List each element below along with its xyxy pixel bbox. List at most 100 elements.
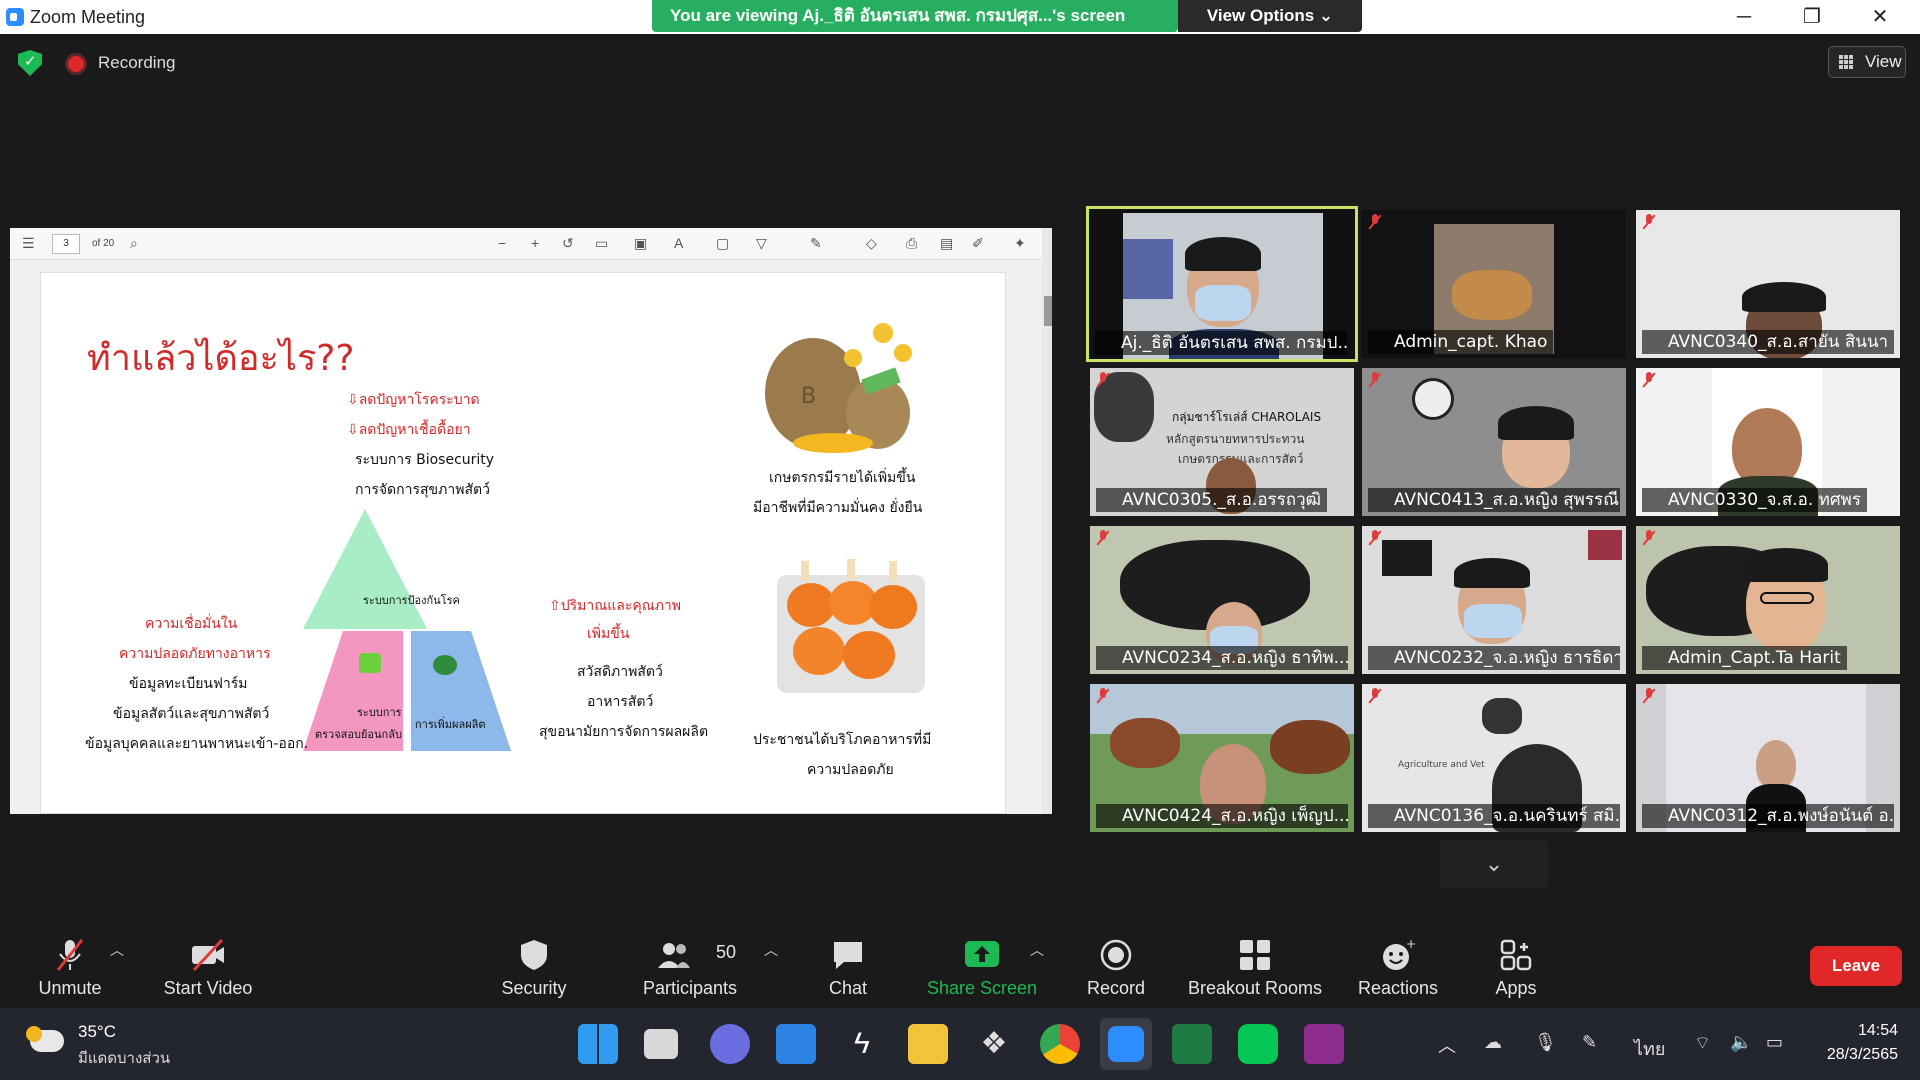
dropbox-icon[interactable]: ❖ xyxy=(974,1024,1014,1064)
pig-icon xyxy=(433,655,457,675)
line-icon[interactable] xyxy=(1238,1024,1278,1064)
security-button[interactable]: Security xyxy=(488,920,580,1008)
microphone-icon[interactable]: 🎙 xyxy=(1534,1032,1557,1053)
slide-text: ข้อมูลสัตว์และสุขภาพสัตว์ xyxy=(113,706,270,722)
volume-icon[interactable]: 🔈 xyxy=(1730,1032,1752,1053)
battery-icon[interactable]: ▭ xyxy=(1766,1032,1783,1053)
participant-tile[interactable]: AVNC0424_ส.อ.หญิง เพ็ญป... xyxy=(1090,684,1354,832)
pdf-scroll-thumb[interactable] xyxy=(1044,296,1052,326)
pen-icon[interactable]: ✎ xyxy=(1582,1032,1597,1053)
share-options-caret[interactable]: ︿ xyxy=(1030,940,1044,960)
mail-icon[interactable] xyxy=(776,1024,816,1064)
windows-taskbar: ϟ ❖ ︿ ☁ 🎙 ✎ ไทย ⌔ 🔈 ▭ xyxy=(0,1008,1920,1080)
chevron-down-icon[interactable]: ⌄ xyxy=(1440,840,1548,888)
pyramid-right-label: การเพิ่มผลผลิต xyxy=(415,718,486,731)
participant-tile[interactable]: AVNC0330_จ.ส.อ. ทศพร xyxy=(1636,368,1900,516)
shared-screen: ☰ 3 of 20 ⌕ − + ↺ ▭ ▣ A ▢ ▽ ✎ ◇ ⎙ ▤ ✐ ✦ … xyxy=(10,228,1052,814)
view-options-button[interactable]: View Options ⌄ xyxy=(1178,0,1362,32)
chrome-icon[interactable] xyxy=(1040,1024,1080,1064)
page-view-icon[interactable]: ▣ xyxy=(634,235,647,252)
participant-tile[interactable]: AVNC0232_จ.อ.หญิง ธารธิดา xyxy=(1362,526,1626,674)
language-indicator[interactable]: ไทย xyxy=(1634,1034,1665,1063)
muted-mic-icon xyxy=(1096,530,1110,546)
participant-tile[interactable]: Admin_capt. Khao xyxy=(1362,210,1626,358)
excel-icon[interactable] xyxy=(1172,1024,1212,1064)
apps-button[interactable]: Apps xyxy=(1470,920,1562,1008)
wifi-icon[interactable]: ⌔ xyxy=(1694,1032,1711,1055)
weather-temperature[interactable]: 35°C xyxy=(78,1022,116,1042)
unmute-button[interactable]: Unmute xyxy=(22,920,118,1008)
task-view-icon[interactable] xyxy=(644,1029,678,1059)
window-title: Zoom Meeting xyxy=(30,7,146,27)
zoom-in-icon[interactable]: + xyxy=(531,235,539,251)
meeting-controls: Unmute ︿ Start Video Security 50 Partici… xyxy=(0,920,1920,1008)
weather-condition[interactable]: มีแดดบางส่วน xyxy=(78,1046,170,1070)
zoom-taskbar-item[interactable] xyxy=(1100,1018,1152,1070)
maximize-button[interactable]: ❐ xyxy=(1778,0,1846,34)
share-screen-button[interactable]: Share Screen xyxy=(918,920,1046,1008)
text-icon[interactable]: ▢ xyxy=(716,235,729,252)
muted-mic-icon xyxy=(1642,214,1656,230)
participant-name: AVNC0305._ส.อ.อรรถวุฒิ xyxy=(1096,488,1327,512)
leave-button[interactable]: Leave xyxy=(1810,946,1902,986)
participant-name: AVNC0234_ส.อ.หญิง ธาทิพ... xyxy=(1096,646,1348,670)
breakout-rooms-button[interactable]: Breakout Rooms xyxy=(1182,920,1328,1008)
eraser-icon[interactable]: ◇ xyxy=(866,235,877,252)
show-hidden-icons[interactable]: ︿ xyxy=(1438,1032,1456,1058)
muted-mic-icon xyxy=(1368,530,1382,546)
participants-button[interactable]: 50 Participants xyxy=(634,920,746,1008)
reactions-label: Reactions xyxy=(1357,978,1439,998)
rotate-icon[interactable]: ↺ xyxy=(562,235,574,252)
search-icon[interactable]: ⌕ xyxy=(130,235,138,252)
close-button[interactable]: ✕ xyxy=(1846,0,1914,34)
fit-page-icon[interactable]: ▭ xyxy=(595,235,608,252)
participant-name: AVNC0424_ส.อ.หญิง เพ็ญป... xyxy=(1096,804,1348,828)
participant-tile[interactable]: กลุ่มชาร์โรเล่ส์ CHAROLAIS หลักสูตรนายทห… xyxy=(1090,368,1354,516)
highlight-icon[interactable]: ▽ xyxy=(756,235,767,252)
pin-icon[interactable]: ✦ xyxy=(1014,235,1026,252)
video-off-icon xyxy=(192,938,224,972)
view-button[interactable]: View xyxy=(1828,46,1906,78)
file-explorer-icon[interactable] xyxy=(908,1024,948,1064)
participant-tile[interactable]: AVNC0340_ส.อ.สายัน สินนา xyxy=(1636,210,1900,358)
draw-icon[interactable]: ✎ xyxy=(810,235,822,252)
contents-icon[interactable]: ☰ xyxy=(22,235,35,252)
start-icon[interactable] xyxy=(578,1024,618,1064)
grid-icon xyxy=(1839,55,1853,69)
participant-tile[interactable]: Admin_Capt.Ta Harit xyxy=(1636,526,1900,674)
start-video-button[interactable]: Start Video xyxy=(150,920,266,1008)
participant-name: Admin_capt. Khao xyxy=(1368,330,1554,354)
pyramid-top-label: ระบบการป้องกันโรค xyxy=(363,594,460,607)
app-icon[interactable]: ϟ xyxy=(842,1024,882,1064)
slide-text: อาหารสัตว์ xyxy=(587,694,654,710)
clock-date[interactable]: 28/3/2565 xyxy=(1818,1046,1898,1064)
print-icon[interactable]: ⎙ xyxy=(906,235,917,252)
save-icon[interactable]: ▤ xyxy=(940,235,953,252)
participant-tile[interactable]: Agriculture and Vet AVNC0136_จ.อ.นครินทร… xyxy=(1362,684,1626,832)
encryption-shield-icon[interactable] xyxy=(18,50,42,76)
slide-text: เพิ่มขึ้น xyxy=(587,626,630,642)
audio-options-caret[interactable]: ︿ xyxy=(110,940,124,960)
save-as-icon[interactable]: ✐ xyxy=(972,235,984,252)
participant-tile[interactable]: AVNC0413_ส.อ.หญิง สุพรรณี xyxy=(1362,368,1626,516)
zoom-out-icon[interactable]: − xyxy=(498,235,506,251)
participant-tile[interactable]: AVNC0312_ส.อ.พงษ์อนันต์ อ... xyxy=(1636,684,1900,832)
participant-tile[interactable]: AVNC0234_ส.อ.หญิง ธาทิพ... xyxy=(1090,526,1354,674)
chat-button[interactable]: Chat xyxy=(802,920,894,1008)
recording-icon xyxy=(68,56,84,72)
minimize-button[interactable]: ─ xyxy=(1710,0,1778,34)
pdf-app-icon[interactable] xyxy=(1304,1024,1344,1064)
reactions-icon: + xyxy=(1383,938,1416,970)
teams-chat-icon[interactable] xyxy=(710,1024,750,1064)
read-aloud-icon[interactable]: A xyxy=(674,235,683,251)
clock-time[interactable]: 14:54 xyxy=(1818,1022,1898,1040)
slide-text: ความปลอดภัย xyxy=(807,762,894,778)
onedrive-icon[interactable]: ☁ xyxy=(1484,1032,1502,1053)
record-icon xyxy=(1100,939,1132,971)
participants-options-caret[interactable]: ︿ xyxy=(764,940,778,960)
reactions-button[interactable]: + Reactions xyxy=(1348,920,1448,1008)
page-number-input[interactable]: 3 xyxy=(52,234,80,254)
record-button[interactable]: Record xyxy=(1070,920,1162,1008)
slide-text: มีอาชีพที่มีความมั่นคง ยั่งยืน xyxy=(753,500,923,516)
participant-tile[interactable]: Aj._ธิติ อันตรเสน สพส. กรมป... xyxy=(1086,206,1358,362)
